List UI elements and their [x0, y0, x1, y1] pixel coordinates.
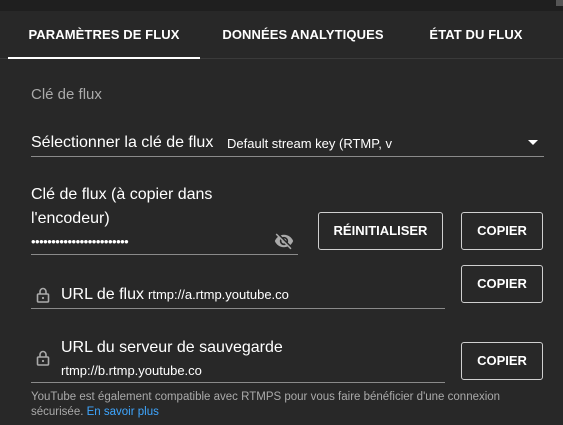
stream-url-value: rtmp://a.rtmp.youtube.co	[148, 287, 289, 302]
copy-stream-url-button[interactable]: COPIER	[461, 265, 543, 303]
scrollbar-thumb[interactable]	[556, 0, 563, 6]
stream-key-field[interactable]: ••••••••••••••••••••••••	[31, 231, 298, 255]
stream-key-value: ••••••••••••••••••••••••	[31, 235, 129, 249]
section-title: Clé de flux	[31, 86, 102, 103]
lock-icon	[36, 287, 50, 303]
top-strip	[0, 0, 563, 11]
backup-url-field[interactable]: URL du serveur de sauvegarde rtmp://b.rt…	[31, 336, 445, 383]
tab-bar: PARAMÈTRES DE FLUX DONNÉES ANALYTIQUES É…	[0, 11, 563, 59]
select-label: Sélectionner la clé de flux	[31, 134, 214, 151]
tab-stream-health[interactable]: ÉTAT DU FLUX	[412, 11, 540, 59]
visibility-off-icon[interactable]	[274, 231, 294, 251]
chevron-down-icon	[528, 140, 538, 145]
stream-url-text: URL de flux rtmp://a.rtmp.youtube.co	[61, 286, 289, 304]
tab-analytics[interactable]: DONNÉES ANALYTIQUES	[205, 11, 401, 59]
active-tab-indicator	[8, 57, 200, 59]
stream-key-select[interactable]: Sélectionner la clé de flux Default stre…	[31, 127, 544, 157]
stream-key-label: Clé de flux (à copier dans l'encodeur)	[31, 186, 213, 227]
lock-icon	[36, 350, 50, 366]
rtmps-footnote: YouTube est également compatible avec RT…	[31, 390, 531, 420]
copy-backup-url-button[interactable]: COPIER	[461, 342, 543, 380]
backup-url-value: rtmp://b.rtmp.youtube.co	[61, 363, 202, 378]
learn-more-link[interactable]: En savoir plus	[87, 406, 159, 418]
backup-url-label: URL du serveur de sauvegarde	[61, 339, 283, 356]
reset-key-button[interactable]: RÉINITIALISER	[318, 212, 443, 250]
tab-stream-settings[interactable]: PARAMÈTRES DE FLUX	[8, 11, 200, 59]
stream-url-field[interactable]: URL de flux rtmp://a.rtmp.youtube.co	[31, 281, 445, 309]
copy-key-button[interactable]: COPIER	[461, 212, 543, 250]
stream-url-label: URL de flux	[61, 286, 144, 303]
select-value: Default stream key (RTMP, v	[227, 136, 392, 151]
